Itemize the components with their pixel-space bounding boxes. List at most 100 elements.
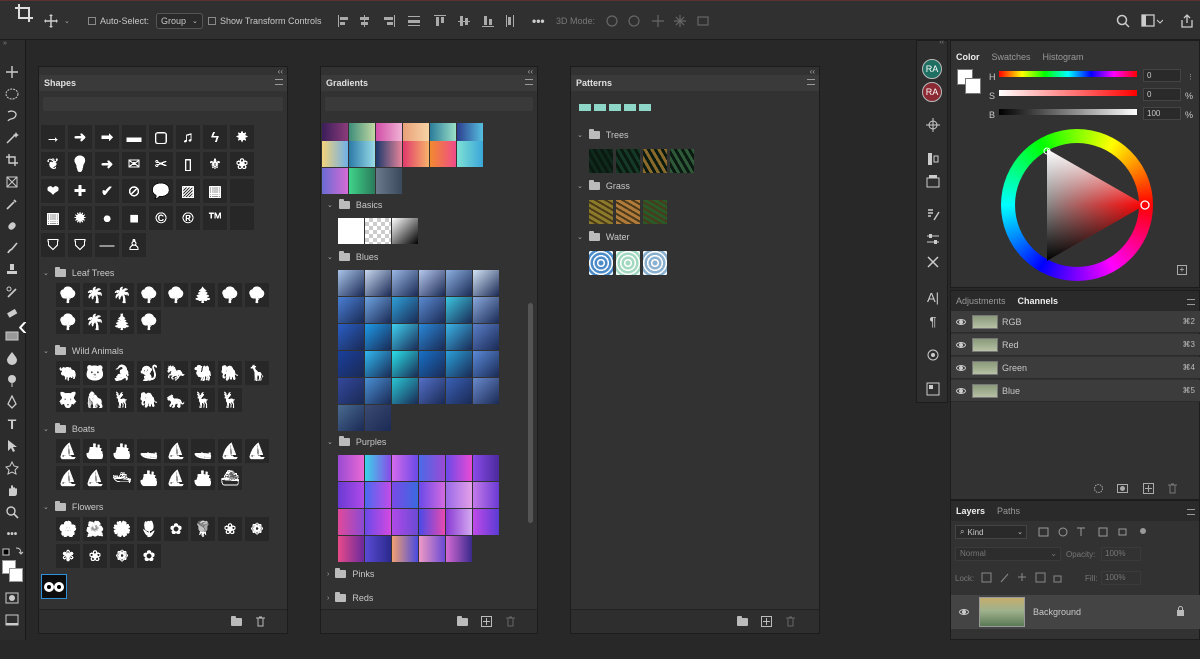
collapse-icon[interactable]: » [3, 40, 7, 47]
gradient-tile[interactable] [338, 324, 364, 350]
gradient-tile[interactable] [322, 141, 348, 167]
visibility-eye-icon[interactable] [956, 341, 966, 348]
gradient-tile[interactable] [365, 536, 391, 562]
shape-tile[interactable]: 🌴 [110, 283, 134, 307]
blend-mode-dropdown[interactable]: Normal ⌄ [955, 547, 1061, 561]
tools-icon[interactable] [925, 254, 941, 270]
new-group-icon[interactable] [457, 616, 468, 627]
pattern-tile[interactable] [616, 200, 640, 224]
shape-tile[interactable]: 🌳 [164, 283, 188, 307]
delete-icon[interactable] [1167, 483, 1178, 496]
shape-tile[interactable]: ⊘ [122, 179, 146, 203]
quick-mask-icon[interactable] [4, 590, 20, 606]
shape-tile[interactable]: ■ [122, 206, 146, 230]
gradient-tile[interactable] [365, 218, 391, 244]
pattern-tile[interactable] [624, 104, 636, 111]
new-gradient-icon[interactable] [481, 616, 492, 627]
gradient-tile[interactable] [419, 536, 445, 562]
shape-tile[interactable]: ❦ [41, 152, 65, 176]
3d-icon[interactable] [925, 347, 941, 363]
timeline-icon[interactable] [925, 381, 941, 397]
navigator-icon[interactable] [925, 117, 941, 133]
shape-tile[interactable]: ❀ [218, 517, 242, 541]
chevron-icon[interactable]: ⌄ [327, 253, 333, 261]
group-header[interactable]: ⌄ Flowers [43, 499, 103, 515]
gradient-tile[interactable] [446, 378, 472, 404]
crop-tool-icon[interactable] [4, 152, 20, 168]
tab-adjustments[interactable]: Adjustments [956, 296, 1006, 306]
gradient-tile[interactable] [376, 141, 402, 167]
h-value[interactable]: 0 [1143, 69, 1181, 82]
load-selection-icon[interactable] [1093, 483, 1104, 496]
chevron-icon[interactable]: › [327, 571, 329, 578]
magic-wand-icon[interactable] [4, 130, 20, 146]
delete-icon[interactable] [255, 616, 266, 627]
shape-tile[interactable]: 🐃 [56, 361, 80, 385]
group-header[interactable]: ⌄ Blues [327, 249, 378, 265]
shape-tile[interactable]: ⛵ [218, 439, 242, 463]
pattern-tile[interactable] [616, 251, 640, 275]
new-pattern-icon[interactable] [761, 616, 772, 627]
shape-tile[interactable]: ▬ [122, 125, 146, 149]
shape-tile[interactable]: ⛵ [83, 466, 107, 490]
shape-tile[interactable]: ❁ [110, 544, 134, 568]
shape-tile[interactable]: ⛵ [164, 439, 188, 463]
chevron-icon[interactable]: ⌄ [327, 201, 333, 209]
shape-tile[interactable]: ™ [203, 206, 227, 230]
gradient-tile[interactable] [322, 168, 348, 194]
more-options-icon[interactable]: ••• [532, 13, 545, 29]
tab-paths[interactable]: Paths [997, 506, 1020, 516]
b-value[interactable]: 100 [1143, 107, 1181, 120]
character-icon[interactable]: A| [925, 289, 941, 305]
channel-row[interactable]: Red ⌘3 [951, 334, 1200, 356]
gradient-tile[interactable] [392, 509, 418, 535]
shape-tile[interactable]: ✉ [122, 152, 146, 176]
shape-tile[interactable]: ➜ [95, 152, 119, 176]
pattern-tile[interactable] [609, 104, 621, 111]
gradient-tile[interactable] [419, 509, 445, 535]
chevron-icon[interactable]: ⌄ [43, 503, 49, 511]
shape-tile[interactable]: ✂ [149, 152, 173, 176]
shape-tile[interactable]: ❁ [245, 517, 269, 541]
gradient-tile[interactable] [419, 297, 445, 323]
brush-tool-icon[interactable] [4, 240, 20, 256]
shape-tile[interactable]: ❤ [41, 179, 65, 203]
gradient-tile[interactable] [338, 482, 364, 508]
swap-colors-icon[interactable] [2, 546, 24, 560]
shape-tile[interactable]: ⛉ [41, 233, 65, 257]
shape-tile[interactable]: 🚢 [110, 439, 134, 463]
shape-tile[interactable]: ➡ [95, 125, 119, 149]
panel-menu-icon[interactable] [1187, 299, 1195, 305]
gradient-tile[interactable] [338, 351, 364, 377]
shape-tile[interactable]: ⛵ [56, 439, 80, 463]
s-value[interactable]: 0 [1143, 88, 1181, 101]
gradient-tile[interactable] [392, 378, 418, 404]
gradient-tile[interactable] [338, 536, 364, 562]
panel-menu-icon[interactable] [1187, 509, 1195, 515]
search-icon[interactable] [1116, 13, 1130, 29]
shape-tile[interactable]: 🐎 [164, 361, 188, 385]
edit-toolbar-icon[interactable]: ••• [4, 526, 20, 542]
gradient-tile[interactable] [365, 297, 391, 323]
tab-color[interactable]: Color [956, 52, 980, 62]
gradient-tile[interactable] [338, 270, 364, 296]
group-header[interactable]: › Reds [327, 590, 373, 606]
auto-select-dropdown[interactable]: Group ⌄ [156, 13, 203, 29]
shape-tile[interactable]: ▨ [176, 179, 200, 203]
shape-tile[interactable]: 🚤 [137, 439, 161, 463]
shape-tile[interactable]: ® [176, 206, 200, 230]
group-header[interactable]: ⌄ Water [577, 229, 630, 245]
shape-tile[interactable]: ▯ [176, 152, 200, 176]
move-tool-icon[interactable]: ⌄ [44, 13, 70, 29]
gradient-tile[interactable] [338, 509, 364, 535]
gradient-tile[interactable] [473, 378, 499, 404]
group-header[interactable]: ⌄ Purples [327, 434, 386, 450]
layer-filter-dropdown[interactable]: ⌕ Kind ⌄ [955, 525, 1027, 539]
pattern-tile[interactable] [589, 200, 613, 224]
shape-tile[interactable]: 🚢 [83, 439, 107, 463]
brushes-icon[interactable] [925, 207, 941, 223]
color-wheel[interactable] [1001, 129, 1153, 281]
stamp-tool-icon[interactable] [4, 262, 20, 278]
shape-tile[interactable]: ϟ [203, 125, 227, 149]
gradient-tile[interactable] [473, 509, 499, 535]
